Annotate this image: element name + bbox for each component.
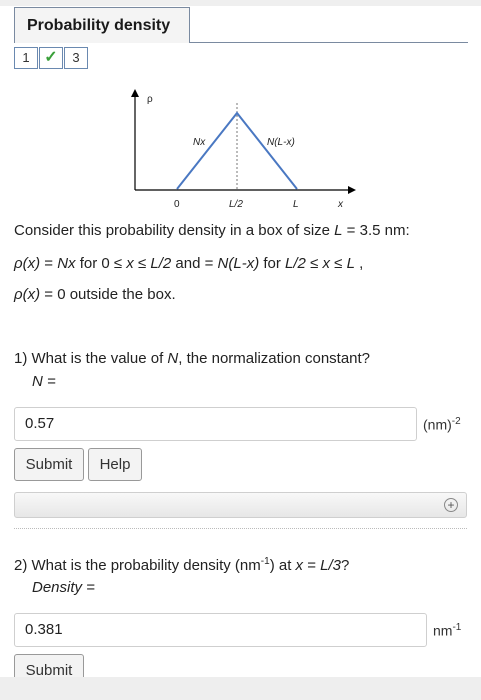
text-segment: = 0 outside the box. — [40, 286, 176, 303]
text-segment: -1 — [260, 556, 270, 567]
question-2-unit: nm-1 — [433, 622, 461, 639]
text-segment: 1) What is the value of — [14, 350, 168, 367]
text-segment: ? — [341, 557, 350, 574]
y-axis-label: ρ — [147, 94, 153, 105]
tick-l-half: L/2 — [229, 199, 243, 210]
right-branch-label: N(L-x) — [267, 137, 295, 148]
left-branch-label: Nx — [193, 137, 206, 148]
part-navigator: 1 ✓ 3 — [14, 47, 89, 69]
part-2-complete-button[interactable]: ✓ — [39, 47, 63, 69]
x-axis-label: x — [337, 199, 344, 210]
plus-icon[interactable]: + — [444, 498, 458, 512]
question-1-help-button[interactable]: Help — [88, 448, 142, 481]
text-segment: and = — [171, 255, 218, 272]
text-segment: 2) What is the probability density (nm — [14, 557, 261, 574]
text-segment: L/3 — [320, 557, 341, 574]
text-segment: L/2 — [150, 255, 172, 272]
question-2-answer-input[interactable]: 0.381 — [14, 613, 427, 647]
question-2-label: Density = — [32, 579, 95, 596]
unit-text: nm — [433, 622, 453, 639]
text-segment: x — [126, 255, 134, 272]
tick-0: 0 — [174, 199, 180, 210]
text-segment: Nx — [57, 255, 76, 272]
question-1-submit-button[interactable]: Submit — [14, 448, 84, 481]
text-segment: for 0 ≤ — [75, 255, 127, 272]
tab-underline — [190, 42, 468, 43]
text-segment: ) at — [269, 557, 296, 574]
text-segment: N — [167, 350, 179, 367]
problem-line-2: ρ(x) = Nx for 0 ≤ x ≤ L/2 and = N(L-x) f… — [14, 255, 363, 272]
part-1-button[interactable]: 1 — [14, 47, 38, 69]
x-axis-arrow — [348, 186, 356, 194]
text-segment: ≤ — [305, 255, 323, 272]
probability-density-diagram: ρ x 0 L/2 L Nx N(L-x) — [131, 89, 356, 210]
bottom-toolbar — [0, 677, 481, 700]
text-segment: = 3.5 nm: — [342, 222, 410, 239]
text-segment: x — [322, 255, 330, 272]
question-1-unit: (nm)-2 — [423, 416, 461, 433]
section-divider — [14, 528, 467, 529]
text-segment: Consider this probability density in a b… — [14, 222, 335, 239]
question-1-label: N = — [32, 373, 56, 390]
top-strip — [0, 0, 481, 6]
text-segment: , — [354, 255, 364, 272]
unit-text: (nm) — [423, 416, 452, 433]
text-segment: x — [295, 557, 304, 574]
text-segment: L — [346, 255, 355, 272]
text-segment: ≤ — [329, 255, 347, 272]
part-3-button[interactable]: 3 — [64, 47, 88, 69]
text-segment: L/2 — [285, 255, 306, 272]
problem-line-1: Consider this probability density in a b… — [14, 222, 410, 239]
question-2-prompt: 2) What is the probability density (nm-1… — [14, 556, 349, 574]
y-axis-arrow — [131, 89, 139, 97]
question-1-prompt: 1) What is the value of N, the normaliza… — [14, 350, 370, 367]
text-segment: ≤ — [133, 255, 151, 272]
text-segment: = — [40, 255, 58, 272]
tab-probability-density[interactable]: Probability density — [14, 7, 190, 43]
text-segment: = — [303, 557, 321, 574]
text-segment: ρ(x) — [14, 286, 41, 303]
question-1-expand-panel[interactable]: + — [14, 492, 467, 518]
unit-exponent: -1 — [452, 622, 462, 633]
text-segment: , the normalization constant? — [178, 350, 371, 367]
text-segment: L — [334, 222, 343, 239]
problem-line-3: ρ(x) = 0 outside the box. — [14, 286, 176, 303]
tick-l: L — [293, 199, 299, 210]
text-segment: N(L-x) — [217, 255, 260, 272]
question-1-answer-input[interactable]: 0.57 — [14, 407, 417, 441]
text-segment: for — [259, 255, 286, 272]
unit-exponent: -2 — [451, 416, 461, 427]
text-segment: ρ(x) — [14, 255, 41, 272]
